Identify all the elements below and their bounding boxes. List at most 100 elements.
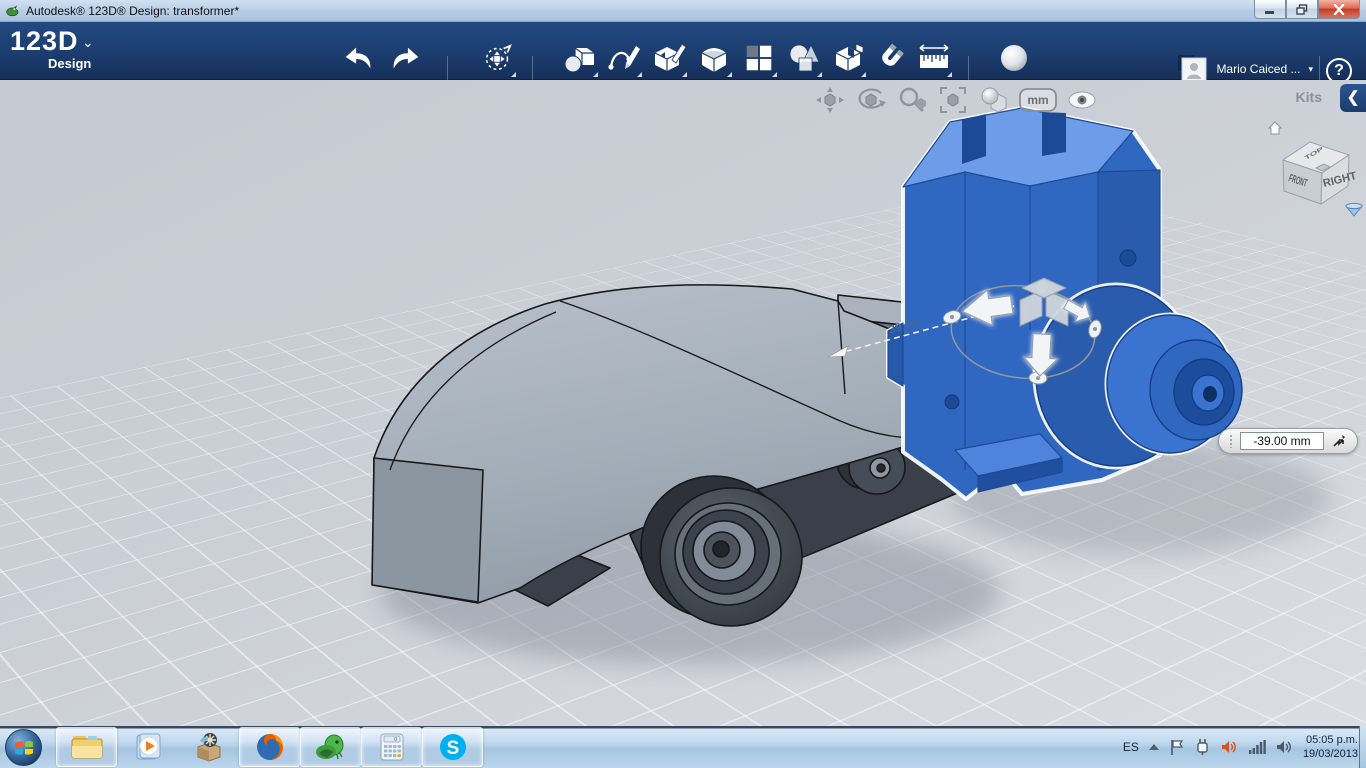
primitives-tool-button[interactable] [560,37,600,79]
tooltip-drag-handle[interactable] [1229,434,1234,448]
taskbar-boxshot-app[interactable] [178,727,239,767]
taskbar-windows-explorer[interactable] [56,727,117,767]
user-name: Mario Caiced ... [1216,62,1301,76]
scene-canvas[interactable]: 39.00 [0,80,1366,726]
windows-explorer-icon [71,736,102,759]
measure-value-input[interactable] [1240,432,1324,450]
units-button[interactable]: mm [1017,84,1059,116]
dropdown-caret [947,72,952,77]
svg-text:0: 0 [394,737,397,743]
windows-media-player-icon [136,733,160,760]
fit-view-button[interactable] [935,84,971,116]
app-icon [6,5,19,17]
restore-button[interactable] [1286,0,1318,19]
shading-button[interactable] [976,84,1012,116]
view-cube[interactable]: TOP FRONT RIGHT [1266,118,1366,223]
app-menu-logo[interactable]: 123D ⌄ Design [10,26,140,76]
main-toolbar: 123D ⌄ Design Mario Caiced ... ▾ ? [0,22,1366,88]
combine-icon [835,43,864,71]
snap-tool-button[interactable] [870,37,910,79]
clock-time: 05:05 p.m. [1306,734,1358,746]
pattern-icon [746,45,772,71]
dropdown-caret [772,72,777,77]
language-indicator[interactable]: ES [1123,740,1139,754]
magnet-icon [882,43,904,66]
viewcube-menu-icon[interactable] [1344,202,1364,217]
taskbar-clock[interactable]: 05:05 p.m. 19/03/2013 [1303,733,1358,761]
start-button[interactable] [5,729,42,766]
zoom-icon [899,87,926,113]
green-creature-icon [315,734,343,760]
dropdown-caret [511,72,516,77]
pan-icon [816,87,844,113]
measure-tool-button[interactable] [914,37,954,79]
redo-icon [393,47,419,69]
dropdown-caret [593,72,598,77]
boxshot-app-icon [197,733,220,762]
kits-panel-expand-tab[interactable]: ❮ [1340,84,1366,112]
sketch-icon [608,46,640,70]
window-title: Autodesk® 123D® Design: transformer* [26,4,240,18]
chevron-down-icon: ⌄ [82,34,94,50]
primitives-icon [564,47,594,73]
kits-panel-label: Kits [1295,89,1322,105]
taskbar-green-creature-app[interactable] [300,727,361,767]
skype-icon: S [439,734,466,760]
grouping-tool-button[interactable] [784,37,824,79]
audio-manager-icon[interactable] [1220,738,1239,756]
dropdown-caret [727,72,732,77]
volume-icon[interactable] [1275,738,1294,756]
fit-view-icon [940,87,966,113]
system-tray: ES 05:05 p.m. 19/03/2013 [1123,726,1358,768]
chevron-down-icon: ▾ [1308,63,1313,74]
measure-tooltip [1218,428,1358,454]
construct-icon [654,43,687,71]
taskbar-firefox[interactable] [239,727,300,767]
network-signal-icon[interactable] [1248,739,1266,755]
pan-button[interactable] [812,84,848,116]
construct-tool-button[interactable] [649,37,689,79]
close-button[interactable] [1318,0,1360,19]
dropdown-caret [682,72,687,77]
view-navigation-bar: mm [812,84,1100,116]
viewport[interactable]: 39.00 mm Kits ❮ TOP FRONT RIGHT -39.00 m… [0,80,1366,726]
dropdown-caret [637,72,642,77]
zoom-button[interactable] [894,84,930,116]
minimize-button[interactable] [1254,0,1286,19]
modify-tool-button[interactable] [694,37,734,79]
show-desktop-button[interactable] [1359,726,1366,768]
transform-tool-button[interactable] [478,37,518,79]
title-bar: Autodesk® 123D® Design: transformer* [0,0,1366,22]
shading-icon [981,87,1007,113]
eye-icon [1068,91,1096,109]
calculator-icon: 0 [380,733,403,761]
snap-options-icon[interactable] [1330,432,1348,450]
taskbar-apps: 0 S [56,726,483,768]
undo-button[interactable] [338,37,378,79]
home-icon[interactable] [1267,121,1283,135]
taskbar-skype[interactable]: S [422,727,483,767]
redo-button[interactable] [386,37,426,79]
power-plug-icon[interactable] [1194,738,1211,756]
sketch-tool-button[interactable] [604,37,644,79]
visibility-button[interactable] [1064,84,1100,116]
brand-sub-text: Design [48,56,92,71]
action-center-flag-icon[interactable] [1169,738,1185,756]
show-hidden-icons-button[interactable] [1148,742,1160,752]
brand-text: 123D [10,26,79,56]
truck-front-face [371,457,484,603]
taskbar: 0 S ES 05:05 p.m. 19/03/2013 [0,726,1366,768]
combine-tool-button[interactable] [828,37,868,79]
taskbar-calculator[interactable]: 0 [361,727,422,767]
dropdown-caret [861,72,866,77]
orbit-button[interactable] [853,84,889,116]
pattern-tool-button[interactable] [739,37,779,79]
user-account-menu[interactable]: Mario Caiced ... ▾ [1178,55,1313,83]
units-label: mm [1027,93,1048,107]
material-tool-button[interactable] [994,37,1034,79]
firefox-icon [256,734,283,760]
svg-text:S: S [446,738,459,759]
avatar [1178,55,1207,83]
grouping-icon [789,44,820,72]
taskbar-windows-media-player[interactable] [117,727,178,767]
